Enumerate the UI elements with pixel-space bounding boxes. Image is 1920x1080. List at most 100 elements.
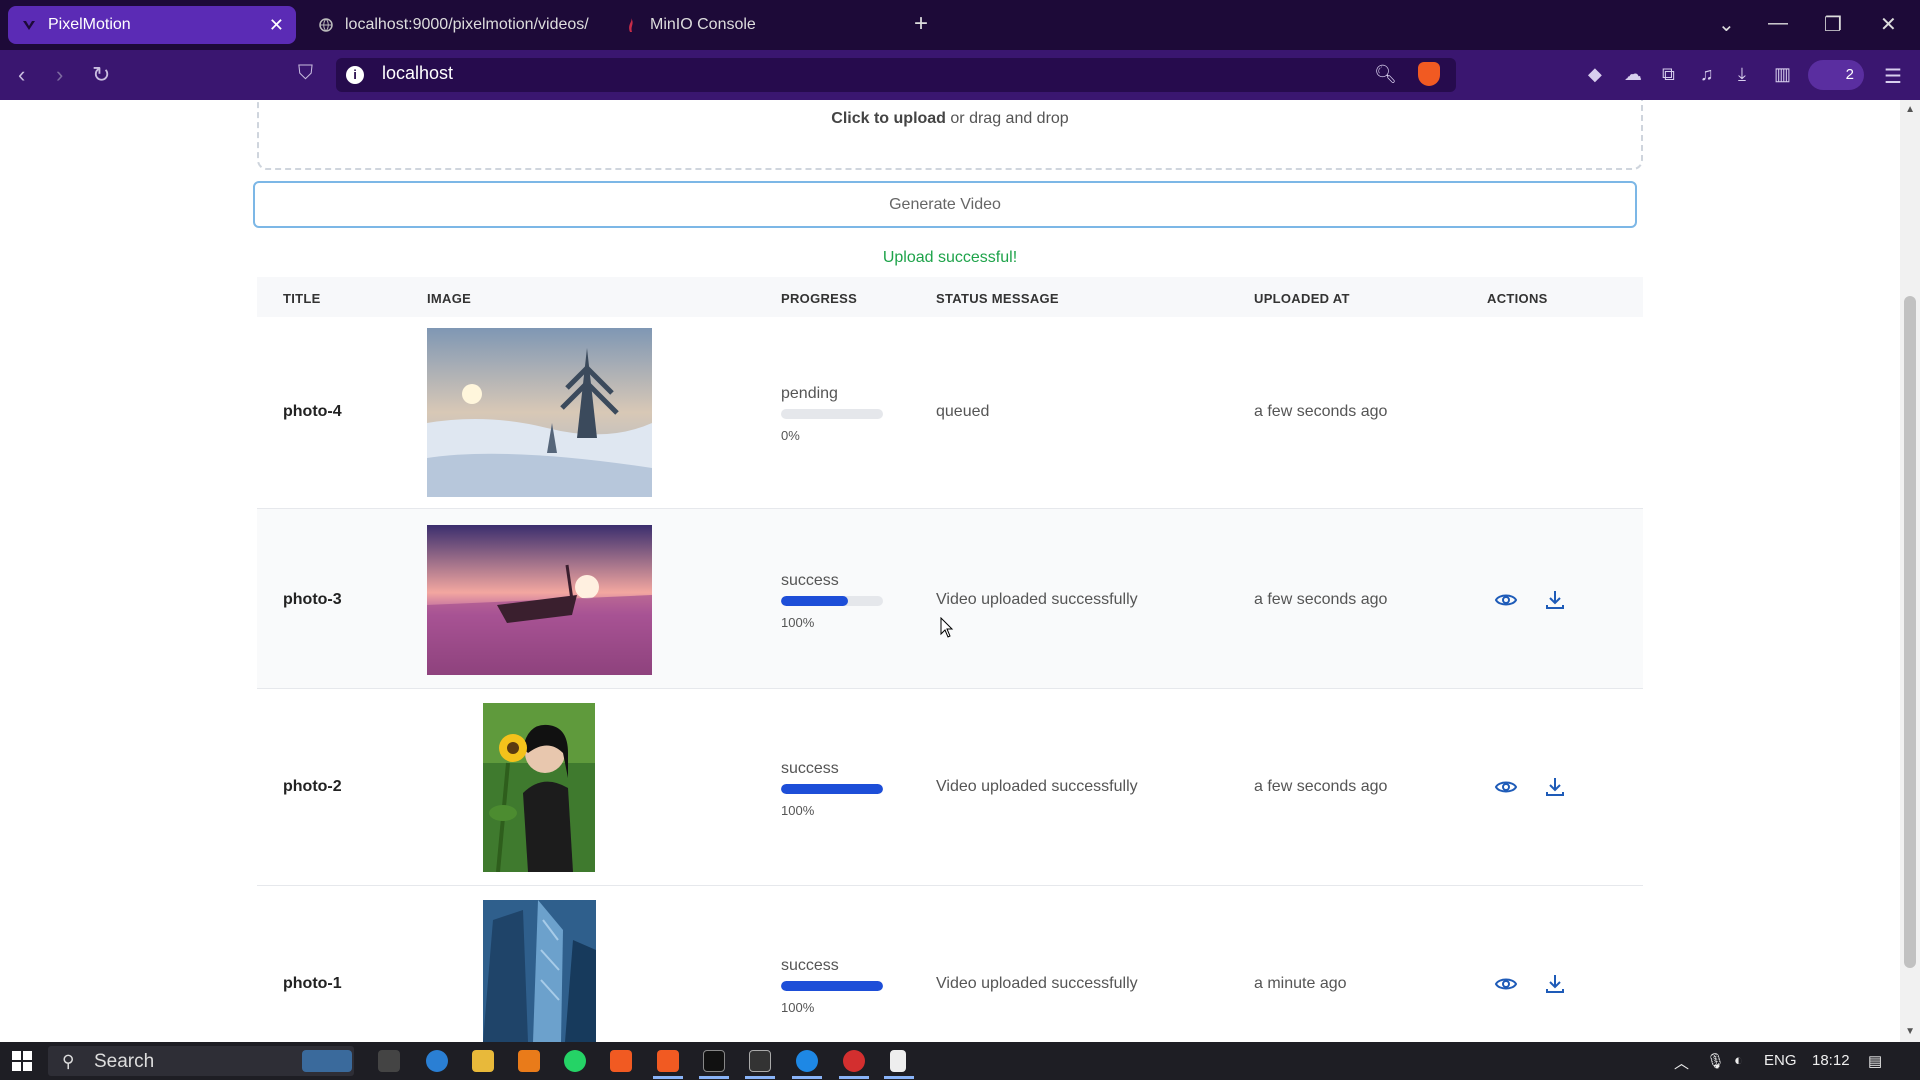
windows-start-icon[interactable] — [12, 1051, 32, 1076]
active-app-indicator — [653, 1076, 683, 1079]
row-title: photo-2 — [283, 778, 342, 795]
media-icon[interactable]: ♫ — [1700, 64, 1714, 85]
weather-icon[interactable]: ◐ — [1734, 1052, 1743, 1069]
progress-status: success — [781, 572, 839, 589]
active-app-indicator — [792, 1076, 822, 1079]
header-actions: ACTIONS — [1487, 291, 1548, 306]
tray-chevron-icon[interactable]: ︿ — [1674, 1052, 1689, 1073]
browser-app-icon[interactable] — [796, 1050, 818, 1072]
progress-bar — [781, 784, 883, 794]
download-icon[interactable] — [1543, 972, 1567, 996]
table-row — [257, 886, 1643, 1042]
copilot-icon[interactable] — [426, 1050, 448, 1072]
menu-icon[interactable]: ☰ — [1884, 64, 1902, 89]
download-icon[interactable] — [1543, 775, 1567, 799]
whatsapp-icon[interactable] — [564, 1050, 586, 1072]
file-explorer-icon[interactable] — [472, 1050, 494, 1072]
forward-icon[interactable]: › — [56, 62, 63, 88]
view-eye-icon[interactable] — [1494, 972, 1518, 996]
sidebar-icon[interactable]: ▥ — [1774, 64, 1791, 85]
notifications-icon[interactable]: ▤ — [1868, 1052, 1882, 1070]
extensions-icon[interactable]: ⧉ — [1662, 64, 1675, 85]
clock[interactable]: 18:12 — [1812, 1052, 1850, 1069]
progress-bar-fill — [781, 784, 883, 794]
upload-cta[interactable]: Click to upload or drag and drop — [0, 110, 1900, 128]
tab-minio-console[interactable]: MinIO Console — [610, 6, 880, 44]
view-eye-icon[interactable] — [1494, 588, 1518, 612]
task-view-icon[interactable] — [378, 1050, 400, 1072]
tab-minio-videos[interactable]: localhost:9000/pixelmotion/videos/ — [305, 6, 605, 44]
uploaded-at: a few seconds ago — [1254, 403, 1388, 420]
progress-percent: 100% — [781, 1000, 815, 1015]
minio-flame-icon — [624, 18, 638, 32]
site-info-icon[interactable]: i — [346, 66, 364, 84]
status-message: Video uploaded successfully — [936, 975, 1138, 992]
progress-percent: 100% — [781, 803, 815, 818]
upload-success-message: Upload successful! — [882, 249, 1018, 266]
status-message: Video uploaded successfully — [936, 778, 1138, 795]
mouse-cursor-icon — [940, 616, 954, 644]
generate-video-button[interactable]: Generate Video — [253, 181, 1637, 228]
brave-icon[interactable] — [610, 1050, 632, 1072]
uploaded-at: a few seconds ago — [1254, 778, 1388, 795]
row-title: photo-4 — [283, 403, 342, 420]
cloud-icon[interactable]: ☁ — [1624, 64, 1642, 85]
notepad-icon[interactable] — [890, 1050, 906, 1072]
tab-close-icon[interactable]: ✕ — [269, 15, 284, 36]
taskbar-search-text: Search — [94, 1051, 155, 1072]
profile-button[interactable]: 2 — [1808, 60, 1864, 90]
view-eye-icon[interactable] — [1494, 775, 1518, 799]
thumbnail-skyscrapers — [483, 900, 596, 1042]
terminal-icon[interactable] — [749, 1050, 771, 1072]
progress-bar — [781, 596, 883, 606]
row-title: photo-1 — [283, 975, 342, 992]
rewards-icon[interactable]: ◆ — [1588, 64, 1602, 85]
brave-active-icon[interactable] — [657, 1050, 679, 1072]
restore-icon[interactable]: ❐ — [1824, 12, 1842, 37]
progress-bar-fill — [781, 596, 849, 606]
tab-pixelmotion[interactable]: PixelMotion ✕ — [8, 6, 296, 44]
minimize-icon[interactable]: — — [1768, 12, 1788, 35]
header-title: TITLE — [283, 291, 321, 306]
active-app-indicator — [745, 1076, 775, 1079]
tab-label: MinIO Console — [650, 16, 756, 33]
cursor-editor-icon[interactable] — [703, 1050, 725, 1072]
tab-list-chevron-icon[interactable]: ⌄ — [1718, 12, 1735, 37]
new-tab-icon[interactable]: + — [914, 10, 928, 38]
close-window-icon[interactable]: ✕ — [1880, 12, 1897, 37]
language-indicator[interactable]: ENG — [1764, 1052, 1797, 1069]
bookmark-icon[interactable]: ⛉ — [298, 62, 313, 85]
header-status-message: STATUS MESSAGE — [936, 291, 1059, 306]
microphone-icon[interactable]: 🎙︎ — [1706, 1052, 1725, 1070]
scroll-down-icon[interactable]: ▼ — [1905, 1026, 1915, 1037]
scroll-up-icon[interactable]: ▲ — [1905, 104, 1915, 115]
row-title: photo-3 — [283, 591, 342, 608]
address-bar[interactable] — [336, 58, 1456, 92]
back-icon[interactable]: ‹ — [18, 62, 25, 88]
downloads-icon[interactable]: ⤓ — [1738, 64, 1746, 85]
progress-bar-fill — [781, 981, 883, 991]
recorder-icon[interactable] — [843, 1050, 865, 1072]
progress-percent: 100% — [781, 615, 815, 630]
active-app-indicator — [839, 1076, 869, 1079]
thumbnail-snow-landscape — [427, 328, 652, 497]
reload-icon[interactable]: ↻ — [92, 62, 110, 88]
download-icon[interactable] — [1543, 588, 1567, 612]
header-uploaded-at: UPLOADED AT — [1254, 291, 1350, 306]
upload-cta-rest: or drag and drop — [945, 110, 1069, 127]
brave-shields-icon[interactable] — [1418, 62, 1440, 86]
url-text[interactable]: localhost — [382, 63, 453, 84]
status-message: queued — [936, 403, 990, 420]
search-icon: ⚲ — [62, 1052, 75, 1071]
vlc-icon[interactable] — [518, 1050, 540, 1072]
header-image: IMAGE — [427, 291, 472, 306]
zoom-icon[interactable]: 🔍︎ — [1374, 64, 1397, 85]
tab-label: PixelMotion — [48, 16, 131, 33]
scrollbar-thumb[interactable] — [1904, 296, 1916, 968]
search-highlight-icon — [302, 1050, 352, 1072]
progress-status: success — [781, 957, 839, 974]
active-app-indicator — [699, 1076, 729, 1079]
progress-bar — [781, 409, 883, 419]
header-progress: PROGRESS — [781, 291, 858, 306]
uploaded-at: a few seconds ago — [1254, 591, 1388, 608]
